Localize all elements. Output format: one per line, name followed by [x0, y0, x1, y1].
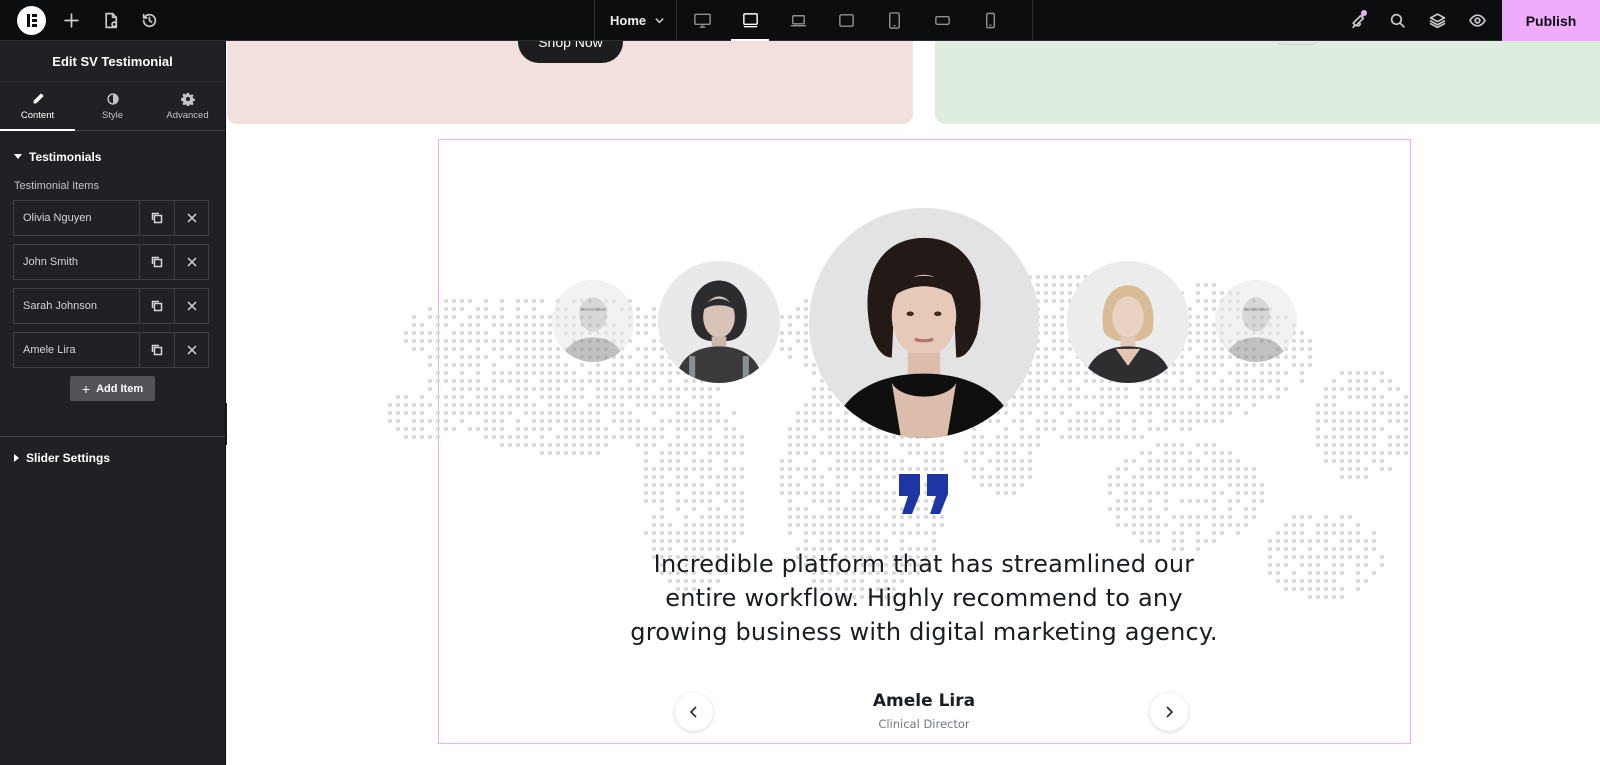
repeater-item-title[interactable]: Olivia Nguyen — [14, 201, 140, 235]
shop-now-button[interactable]: Shop Now — [518, 41, 623, 63]
page-selector-label: Home — [610, 13, 647, 28]
slider-next-button[interactable] — [1150, 693, 1188, 731]
duplicate-icon[interactable] — [140, 333, 174, 367]
avatar-medium-left — [658, 261, 780, 383]
add-icon[interactable] — [60, 0, 82, 41]
avatar-small-left — [552, 280, 634, 362]
device-mobile-icon[interactable] — [971, 0, 1009, 41]
elementor-logo-icon[interactable] — [17, 6, 46, 35]
testimonial-repeater: Olivia Nguyen John Smith Sarah Johnson A… — [13, 200, 209, 368]
device-switcher — [677, 0, 1033, 41]
testimonial-author-name: Amele Lira — [872, 691, 976, 711]
caret-down-icon — [14, 154, 22, 159]
tab-style-label: Style — [101, 109, 124, 121]
plus-icon: + — [81, 380, 91, 397]
device-tablet-icon[interactable] — [875, 0, 913, 41]
gear-icon — [180, 92, 195, 106]
repeater-item-title[interactable]: Amele Lira — [14, 333, 140, 367]
caret-right-icon — [14, 453, 19, 462]
section-slider-settings-label: Slider Settings — [26, 450, 111, 465]
quote-icon — [898, 474, 950, 514]
testimonial-quote: Incredible platform that has streamlined… — [630, 550, 1218, 646]
half-circle-icon — [106, 92, 119, 105]
panel-divider — [0, 436, 225, 437]
tab-style[interactable]: Style — [75, 82, 150, 130]
page-selector[interactable]: Home — [594, 0, 677, 41]
panel-tabs: Content Style Advanced — [0, 82, 225, 131]
testimonial-items-label: Testimonial Items — [14, 180, 99, 192]
device-mobile-extra-icon[interactable] — [923, 0, 961, 41]
editor-top-bar: Home Publish — [0, 0, 1600, 41]
section-slider-settings-toggle[interactable]: Slider Settings — [0, 448, 225, 467]
avatar-medium-right — [1067, 261, 1189, 383]
chevron-left-icon — [689, 706, 697, 718]
remove-icon[interactable] — [174, 289, 208, 323]
duplicate-icon[interactable] — [140, 289, 174, 323]
section-testimonials-toggle[interactable]: Testimonials — [0, 147, 225, 166]
tab-content[interactable]: Content — [0, 82, 75, 131]
notifications-icon[interactable] — [1347, 0, 1369, 41]
add-item-button[interactable]: + Add Item — [70, 376, 155, 401]
repeater-item: Sarah Johnson — [13, 288, 209, 324]
search-icon[interactable] — [1386, 0, 1408, 41]
testimonial-widget[interactable]: Incredible platform that has streamlined… — [387, 139, 1411, 744]
duplicate-icon[interactable] — [140, 201, 174, 235]
decorative-sketch — [1277, 41, 1317, 45]
panel-title: Edit SV Testimonial — [0, 41, 225, 82]
chevron-right-icon — [1166, 706, 1174, 718]
preview-icon[interactable] — [1466, 0, 1488, 41]
repeater-item: Olivia Nguyen — [13, 200, 209, 236]
repeater-item-title[interactable]: John Smith — [14, 245, 140, 279]
page-settings-icon[interactable] — [100, 0, 122, 41]
duplicate-icon[interactable] — [140, 245, 174, 279]
tab-content-label: Content — [20, 109, 55, 121]
slider-prev-button[interactable] — [675, 693, 713, 731]
editor-panel: Edit SV Testimonial Content Style Advanc… — [0, 41, 226, 765]
remove-icon[interactable] — [174, 201, 208, 235]
add-item-label: Add Item — [96, 382, 144, 395]
structure-icon[interactable] — [1426, 0, 1448, 41]
tab-advanced[interactable]: Advanced — [150, 82, 225, 130]
pencil-icon — [33, 92, 44, 103]
avatar-active-amele-lira — [809, 208, 1039, 438]
repeater-item: Amele Lira — [13, 332, 209, 368]
history-icon[interactable] — [138, 0, 160, 41]
editor-canvas: Shop Now Incredible platform that has st… — [227, 41, 1600, 765]
notification-badge — [1361, 10, 1367, 16]
chevron-down-icon — [655, 18, 664, 24]
repeater-item: John Smith — [13, 244, 209, 280]
remove-icon[interactable] — [174, 333, 208, 367]
testimonial-author-role: Clinical Director — [878, 717, 970, 731]
device-laptop-icon[interactable] — [779, 0, 817, 41]
device-tablet-extra-icon[interactable] — [827, 0, 865, 41]
section-testimonials-label: Testimonials — [29, 149, 102, 164]
publish-button[interactable]: Publish — [1502, 0, 1600, 41]
promo-card-green — [935, 41, 1600, 124]
repeater-item-title[interactable]: Sarah Johnson — [14, 289, 140, 323]
tab-advanced-label: Advanced — [166, 109, 209, 121]
device-tablet-landscape-icon[interactable] — [731, 0, 769, 41]
remove-icon[interactable] — [174, 245, 208, 279]
device-desktop-icon[interactable] — [683, 0, 721, 41]
avatar-small-right — [1215, 280, 1297, 362]
